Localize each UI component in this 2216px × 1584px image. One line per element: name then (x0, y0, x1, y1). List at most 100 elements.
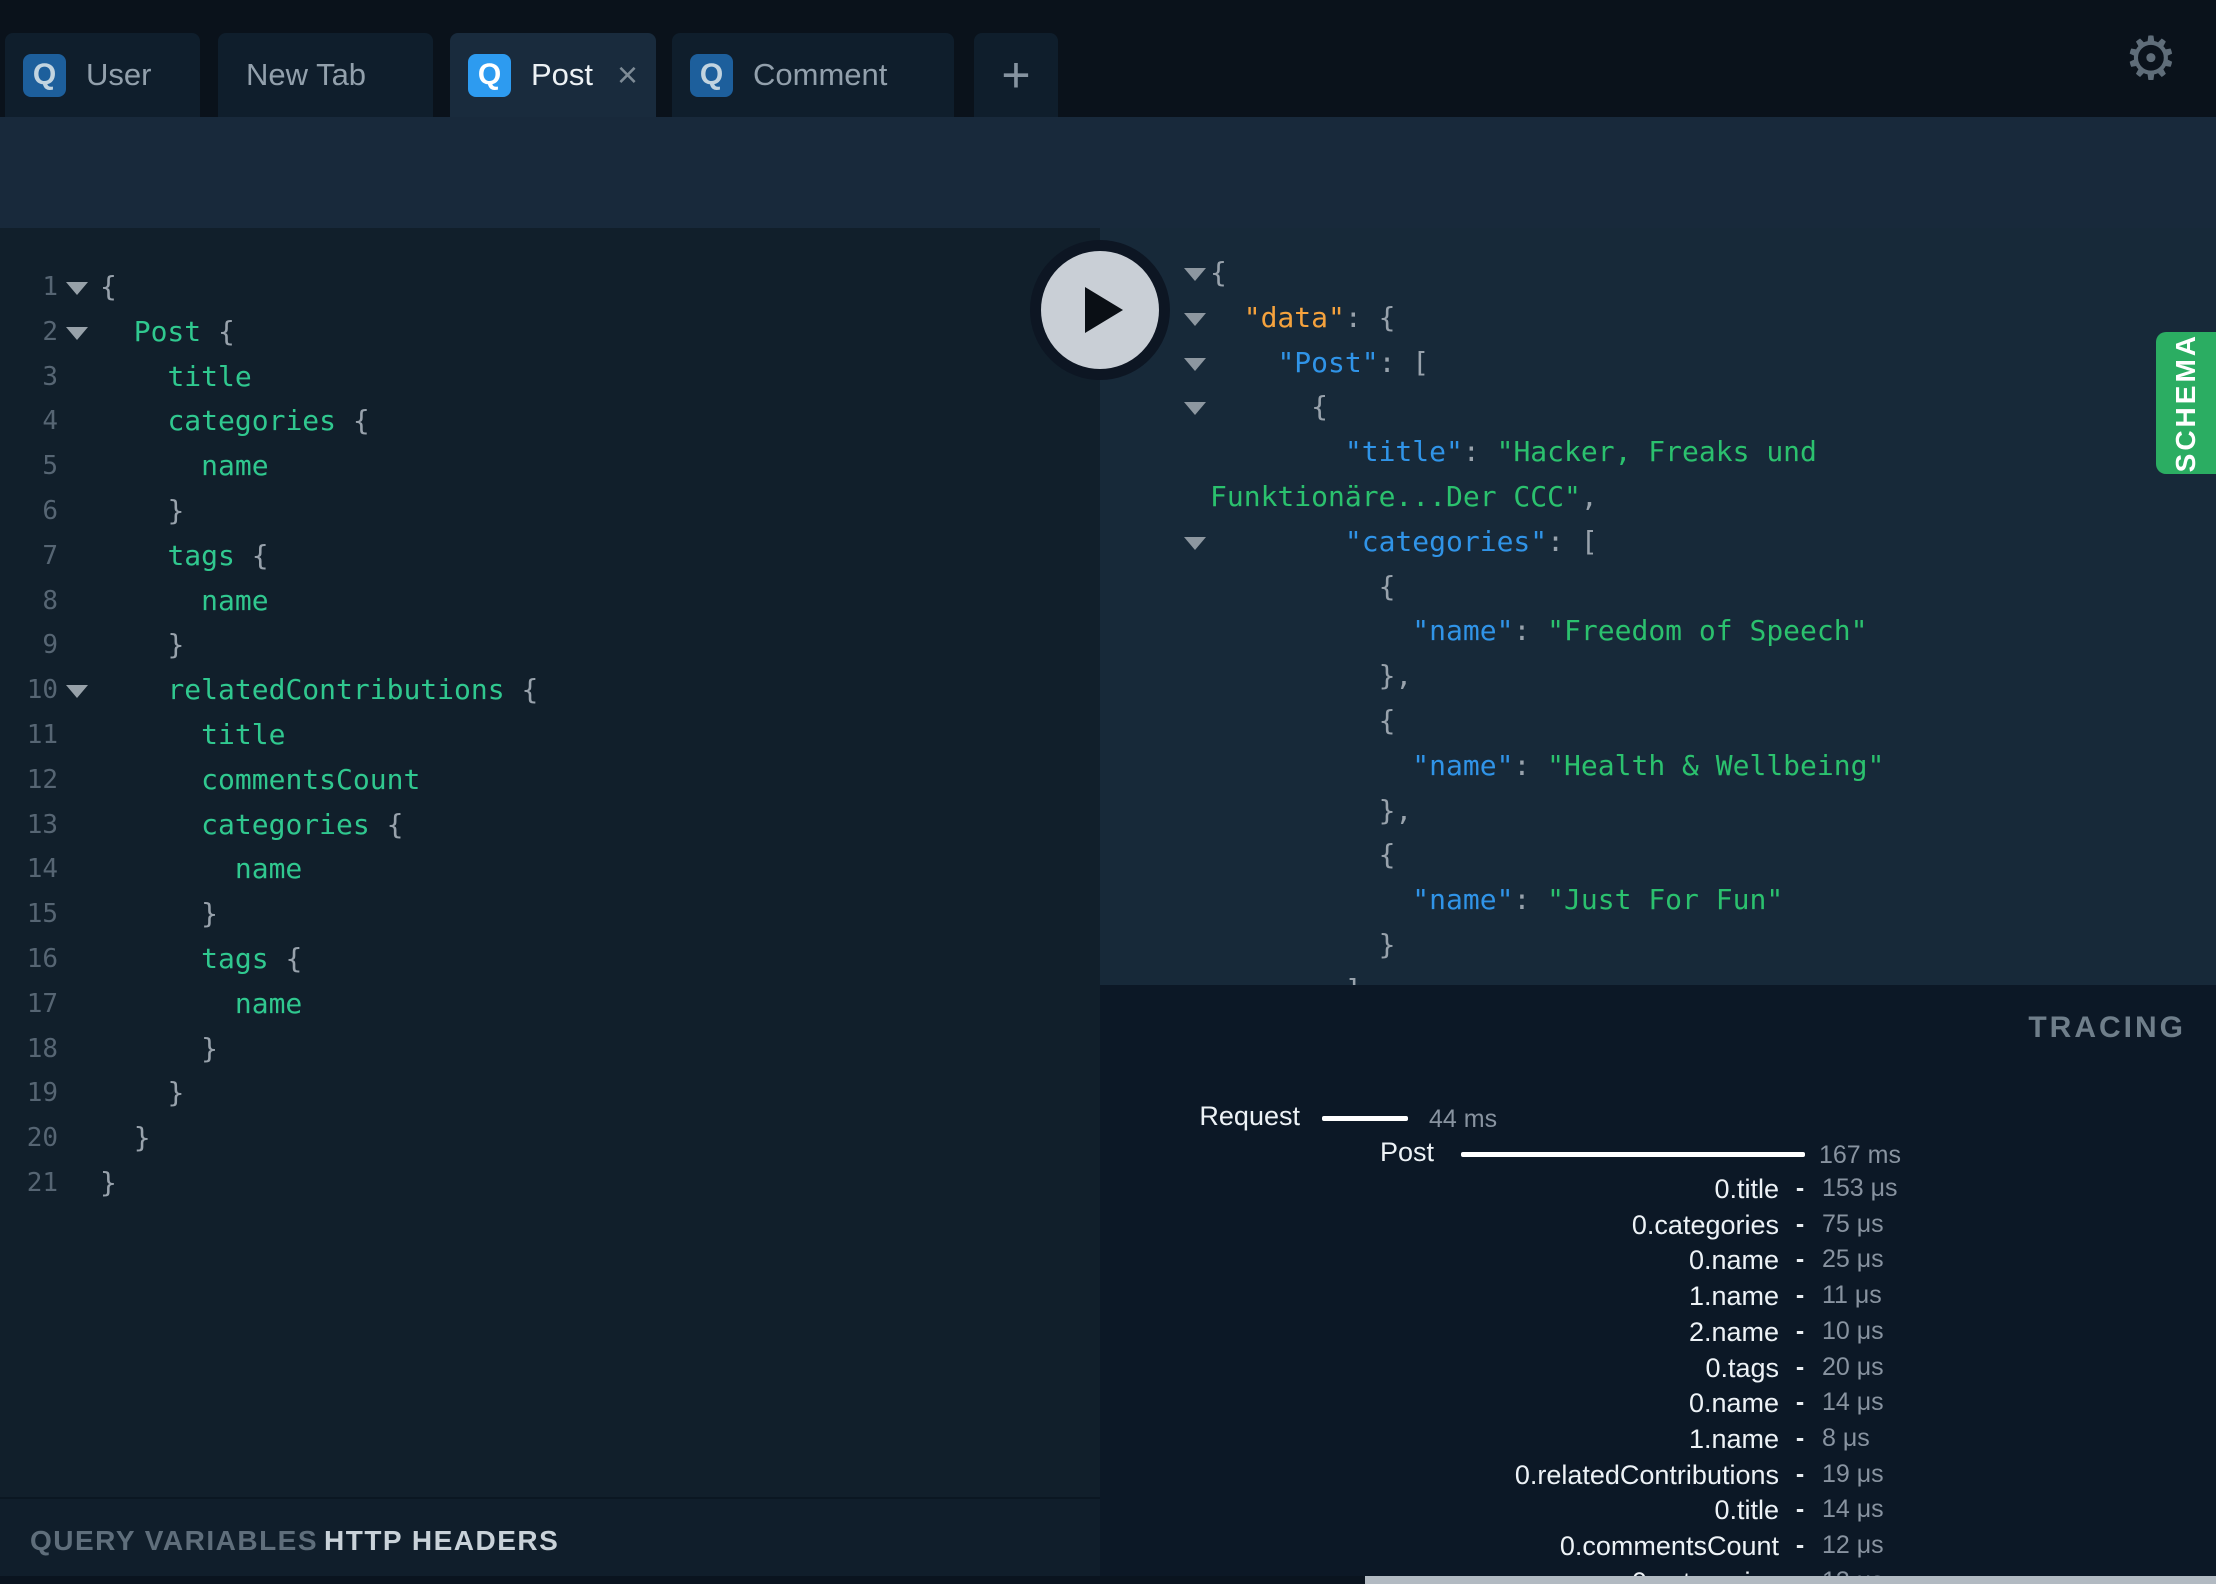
code-text: } (100, 489, 184, 534)
tracing-resolver-row: 0.commentsCount -12 μs (1100, 1531, 2216, 1567)
code-text: title (100, 355, 251, 400)
tab-new-tab[interactable]: New Tab (218, 33, 433, 117)
fold-arrow-icon[interactable] (66, 282, 88, 295)
code-text: "Post": [ (1210, 341, 1429, 386)
editor-line[interactable]: 15 } (0, 892, 1100, 937)
tracing-resolver-row: 0.title -153 μs (1100, 1174, 2216, 1210)
resolver-separator: - (1795, 1281, 1805, 1310)
code-text: Post { (100, 310, 235, 355)
editor-line[interactable]: 16 tags { (0, 937, 1100, 982)
editor-line[interactable]: 20 } (0, 1116, 1100, 1161)
line-number: 13 (26, 809, 58, 840)
query-badge: Q (690, 53, 733, 97)
execute-button[interactable] (1030, 240, 1170, 380)
query-editor[interactable]: 1{2 Post {3 title 4 categories {5 name 6 }… (0, 228, 1100, 1497)
editor-line[interactable]: 10 relatedContributions { (0, 668, 1100, 713)
resolver-label: 0.relatedContributions (1514, 1459, 1779, 1490)
token-key: "name" (1412, 614, 1514, 648)
code-text: } (100, 1027, 218, 1072)
tracing-resolver-row: 0.title -14 μs (1100, 1495, 2216, 1531)
token-punc: { (369, 807, 404, 841)
fold-arrow-icon[interactable] (66, 326, 88, 340)
fold-arrow-icon[interactable] (1184, 268, 1206, 281)
resolver-separator: - (1795, 1459, 1805, 1488)
token-field: name (201, 583, 269, 617)
editor-line[interactable]: 6 } (0, 489, 1100, 534)
editor-line[interactable]: 18 } (0, 1027, 1100, 1072)
token-key: "Post" (1277, 345, 1379, 379)
token-punc: } (133, 1121, 151, 1155)
editor-line[interactable]: 19 } (0, 1071, 1100, 1116)
editor-line[interactable]: 17 name (0, 982, 1100, 1027)
token-field: name (234, 986, 303, 1020)
code-text: "name": "Just For Fun" (1210, 878, 1783, 923)
editor-line[interactable]: 12 commentsCount (0, 758, 1100, 803)
tab-post[interactable]: Q Post × (450, 33, 656, 117)
response-line: }, (1100, 654, 2216, 699)
play-icon (1085, 287, 1123, 333)
token-punc: { (234, 538, 269, 572)
token-punc: { (268, 941, 303, 975)
resolver-duration: 14 μs (1822, 1495, 1884, 1524)
fold-arrow-icon[interactable] (1184, 312, 1206, 326)
editor-line[interactable]: 8 name (0, 579, 1100, 624)
line-number: 17 (26, 988, 58, 1019)
schema-side-tab[interactable]: SCHEMA (2156, 332, 2216, 474)
close-tab-icon[interactable]: × (617, 57, 638, 93)
code-text: name (100, 982, 302, 1027)
fold-arrow-icon[interactable] (1184, 402, 1206, 416)
http-headers-tab[interactable]: HTTP HEADERS (324, 1525, 559, 1557)
editor-line[interactable]: 4 categories { (0, 399, 1100, 444)
settings-gear-icon[interactable]: ⚙ (2124, 24, 2178, 94)
resolver-separator: - (1795, 1245, 1805, 1274)
resolver-duration: 25 μs (1822, 1245, 1884, 1274)
code-text: "categories": [ (1210, 520, 1598, 565)
token-punc: , (1580, 479, 1598, 513)
editor-line[interactable]: 14 name (0, 847, 1100, 892)
query-badge: Q (468, 53, 511, 97)
fold-arrow-icon[interactable] (1184, 536, 1206, 550)
code-text: "name": "Freedom of Speech" (1210, 609, 1867, 654)
editor-line[interactable]: 7 tags { (0, 534, 1100, 579)
resolver-separator: - (1795, 1316, 1805, 1345)
line-number: 4 (42, 406, 58, 437)
line-number: 2 (42, 316, 58, 347)
horizontal-scrollbar[interactable] (1365, 1576, 2216, 1584)
resolver-separator: - (1795, 1424, 1805, 1453)
editor-line[interactable]: 1{ (0, 265, 1100, 310)
response-line: { (1100, 385, 2216, 430)
code-text: { (100, 265, 117, 310)
editor-line[interactable]: 11 title (0, 713, 1100, 758)
tab-comment[interactable]: Q Comment (672, 33, 954, 117)
response-line: "data": { (1100, 296, 2216, 341)
tab-label: Comment (753, 57, 888, 92)
line-number: 3 (42, 361, 58, 392)
tab-user[interactable]: Q User (5, 33, 200, 117)
line-number: 5 (42, 451, 58, 482)
fold-arrow-icon[interactable] (1184, 357, 1206, 371)
editor-line[interactable]: 21} (0, 1161, 1100, 1206)
token-key: "name" (1412, 748, 1514, 782)
resolver-duration: 8 μs (1822, 1424, 1870, 1453)
editor-line[interactable]: 9 } (0, 623, 1100, 668)
editor-line[interactable]: 2 Post { (0, 310, 1100, 355)
token-field: categories (167, 404, 337, 438)
resolver-duration: 20 μs (1822, 1352, 1884, 1381)
token-punc: { (100, 270, 117, 303)
resolver-label: 0.name (1688, 1388, 1779, 1419)
editor-line[interactable]: 5 name (0, 444, 1100, 489)
editor-line[interactable]: 13 categories { (0, 803, 1100, 848)
code-text: { (1210, 699, 1396, 744)
line-number: 18 (26, 1033, 58, 1064)
add-tab-button[interactable]: + (974, 33, 1058, 117)
token-field: commentsCount (201, 762, 421, 796)
query-variables-tab[interactable]: QUERY VARIABLES (30, 1525, 318, 1557)
line-number: 21 (26, 1167, 58, 1198)
response-line: Funktionäre...Der CCC", (1100, 475, 2216, 520)
fold-arrow-icon[interactable] (66, 685, 88, 699)
code-text: }, (1210, 654, 1413, 699)
token-punc: { (504, 673, 539, 707)
editor-line[interactable]: 3 title (0, 355, 1100, 400)
code-text: commentsCount (100, 758, 420, 803)
token-field: tags (201, 941, 269, 975)
